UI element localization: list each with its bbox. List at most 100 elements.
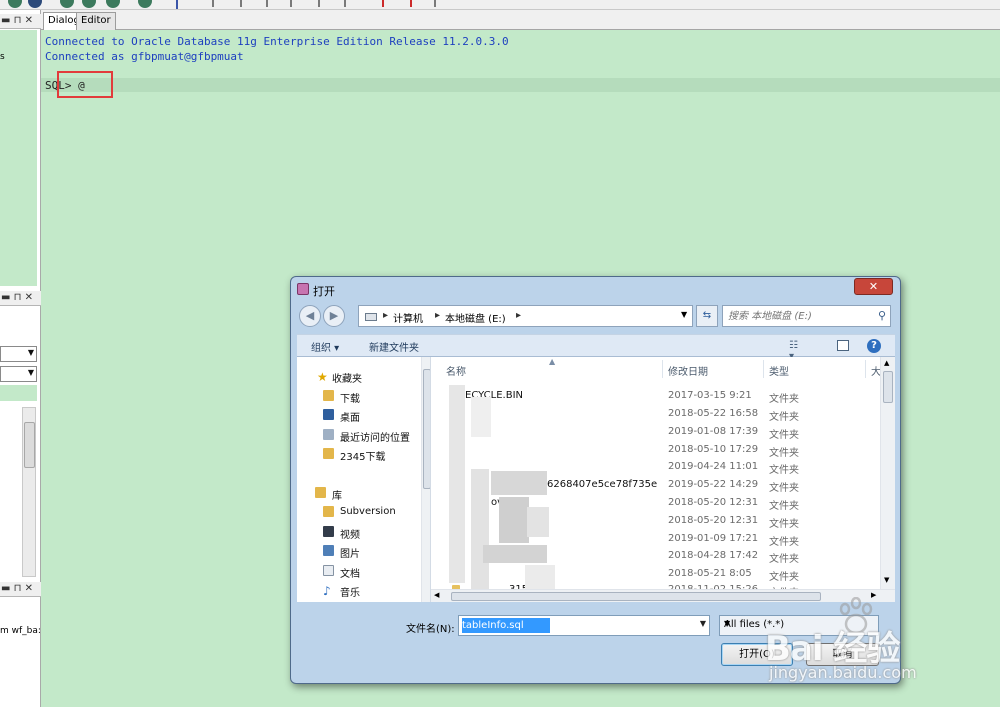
navigation-pane: ★ 收藏夹 下载 桌面 最近访问的位置 2345下载 库 Subversion … xyxy=(297,357,431,602)
documents-icon xyxy=(323,565,334,576)
nav-item-subversion[interactable]: Subversion xyxy=(340,506,396,517)
drive-icon xyxy=(365,313,377,321)
scroll-down-icon[interactable]: ▼ xyxy=(884,576,889,584)
file-list: 名称 ▲ 修改日期 类型 大 ECYCLE.BIN 2017-03-15 9:2… xyxy=(431,357,895,602)
app-icon xyxy=(297,283,309,295)
toolbar-button[interactable] xyxy=(382,0,384,7)
column-separator[interactable] xyxy=(865,360,866,378)
search-box[interactable]: ⚲ xyxy=(722,305,891,327)
nav-item-videos[interactable]: 视频 xyxy=(340,526,360,541)
nav-item-pictures[interactable]: 图片 xyxy=(340,545,360,560)
toolbar-button[interactable] xyxy=(410,0,412,7)
forward-arrow-icon[interactable]: ▶ xyxy=(323,305,345,327)
file-type: 文件夹 xyxy=(769,448,799,459)
breadcrumb-computer[interactable]: 计算机 xyxy=(393,310,423,325)
new-folder-button[interactable]: 新建文件夹 xyxy=(369,339,419,354)
column-header-date[interactable]: 修改日期 xyxy=(668,363,708,378)
view-options-icon[interactable]: ☷ ▾ xyxy=(789,340,801,362)
help-icon[interactable]: ? xyxy=(867,339,881,353)
panel-combo[interactable] xyxy=(0,346,37,362)
redaction-blur xyxy=(527,507,549,537)
back-arrow-icon[interactable]: ◀ xyxy=(299,305,321,327)
column-separator[interactable] xyxy=(763,360,764,378)
toolbar-button[interactable] xyxy=(344,0,346,7)
toolbar-button[interactable] xyxy=(318,0,320,7)
organize-menu[interactable]: 组织 ▾ xyxy=(311,339,339,354)
file-date: 2018-05-22 16:58 xyxy=(668,408,759,419)
column-header-name[interactable]: 名称 xyxy=(446,363,466,378)
scroll-left-icon[interactable]: ◀ xyxy=(434,591,439,599)
pictures-icon xyxy=(323,545,334,556)
scrollbar-thumb[interactable] xyxy=(883,371,893,403)
star-icon: ★ xyxy=(317,370,328,384)
highlight-box xyxy=(57,71,113,98)
breadcrumb-drive[interactable]: 本地磁盘 (E:) xyxy=(445,310,506,325)
nav-item-2345[interactable]: 2345下载 xyxy=(340,448,385,463)
panel-scrollbar[interactable] xyxy=(22,407,36,577)
column-header-type[interactable]: 类型 xyxy=(769,363,789,378)
file-date: 2017-03-15 9:21 xyxy=(668,390,752,401)
file-type: 文件夹 xyxy=(769,519,799,530)
filename-input[interactable] xyxy=(462,618,687,633)
console-line: Connected to Oracle Database 11g Enterpr… xyxy=(45,35,509,48)
filename-field[interactable]: ▼ xyxy=(458,615,710,636)
redaction-blur xyxy=(471,397,491,437)
search-icon[interactable]: ⚲ xyxy=(878,309,886,322)
toolbar-button[interactable] xyxy=(240,0,242,7)
watermark: Bai 经验 jingyan.baidu.com xyxy=(765,597,955,687)
panel-window-controls[interactable]: ▬ ⊓ ✕ xyxy=(1,583,33,594)
file-type: 文件夹 xyxy=(769,394,799,405)
nav-scrollbar[interactable] xyxy=(421,357,430,602)
toolbar-button[interactable] xyxy=(176,0,178,9)
panel-window-controls[interactable]: ▬ ⊓ ✕ xyxy=(1,15,33,26)
nav-item-music[interactable]: 音乐 xyxy=(340,584,360,599)
library-icon xyxy=(315,487,326,498)
file-type: 文件夹 xyxy=(769,554,799,565)
tab-editor[interactable]: Editor xyxy=(76,12,116,30)
scrollbar-thumb[interactable] xyxy=(423,369,430,489)
file-list-scrollbar[interactable]: ▲ ▼ xyxy=(880,357,895,589)
music-icon: ♪ xyxy=(323,584,331,598)
panel-window-controls[interactable]: ▬ ⊓ ✕ xyxy=(1,292,33,303)
file-date: 2018-04-28 17:42 xyxy=(668,550,759,561)
toolbar-button[interactable] xyxy=(8,0,22,8)
nav-item-documents[interactable]: 文档 xyxy=(340,565,360,580)
search-input[interactable] xyxy=(728,309,863,323)
toolbar-button[interactable] xyxy=(60,0,74,8)
address-bar[interactable]: ▸ 计算机 ▸ 本地磁盘 (E:) ▸ ▼ xyxy=(358,305,693,327)
toolbar-button[interactable] xyxy=(266,0,268,7)
toolbar-button[interactable] xyxy=(82,0,96,8)
toolbar-button[interactable] xyxy=(212,0,214,7)
toolbar-button[interactable] xyxy=(138,0,152,8)
refresh-icon[interactable]: ⇆ xyxy=(696,305,718,327)
panel-text-fragment: m wf_ba: xyxy=(0,626,41,636)
panel-titlebar: ▬ ⊓ ✕ xyxy=(0,291,41,306)
preview-pane-icon[interactable] xyxy=(837,340,849,351)
panel-green-strip xyxy=(0,385,37,401)
close-button[interactable]: ✕ xyxy=(854,278,893,295)
file-type: 文件夹 xyxy=(769,465,799,476)
toolbar-button[interactable] xyxy=(434,0,436,7)
file-type: 文件夹 xyxy=(769,537,799,548)
main-toolbar xyxy=(0,0,1000,10)
scroll-up-icon[interactable]: ▲ xyxy=(884,359,889,367)
toolbar-button[interactable] xyxy=(106,0,120,8)
dialog-title: 打开 xyxy=(313,285,335,298)
panel-combo[interactable] xyxy=(0,366,37,382)
file-type: 文件夹 xyxy=(769,483,799,494)
chevron-down-icon[interactable]: ▼ xyxy=(700,619,706,628)
object-browser[interactable]: s xyxy=(0,30,37,286)
scrollbar-thumb[interactable] xyxy=(24,422,35,468)
nav-item-desktop[interactable]: 桌面 xyxy=(340,409,360,424)
console-line: Connected as gfbpmuat@gfbpmuat xyxy=(45,50,244,63)
nav-item-downloads[interactable]: 下载 xyxy=(340,390,360,405)
watermark-url: jingyan.baidu.com xyxy=(769,663,917,682)
nav-library-header[interactable]: 库 xyxy=(332,487,342,502)
nav-item-recent[interactable]: 最近访问的位置 xyxy=(340,429,410,444)
file-type: 文件夹 xyxy=(769,572,799,583)
toolbar-button[interactable] xyxy=(290,0,292,7)
nav-favorites-header[interactable]: 收藏夹 xyxy=(332,370,362,385)
address-dropdown-icon[interactable]: ▼ xyxy=(681,310,687,319)
toolbar-button[interactable] xyxy=(28,0,42,8)
column-separator[interactable] xyxy=(662,360,663,378)
